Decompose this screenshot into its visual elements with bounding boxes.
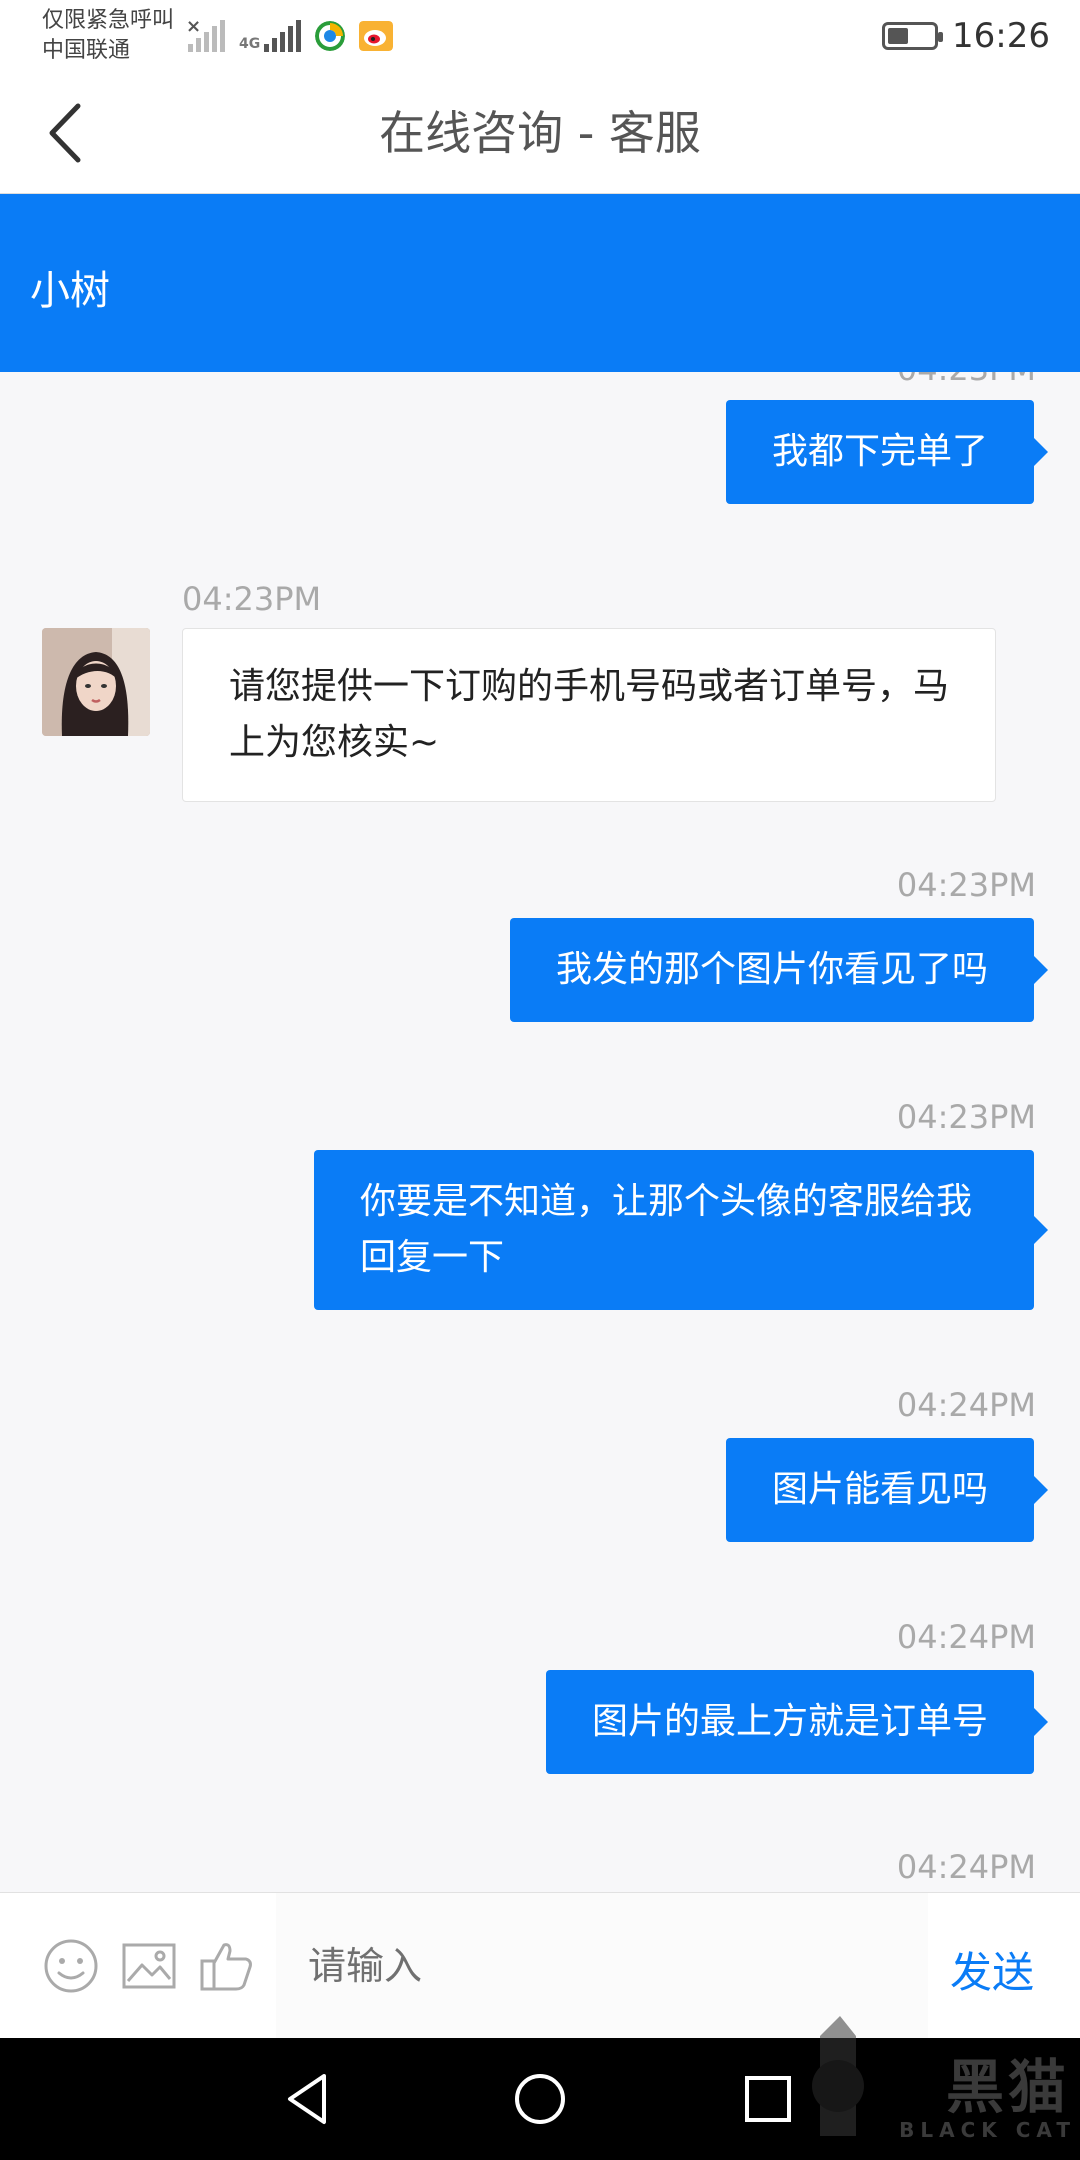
- title-bar: 在线咨询 - 客服: [0, 72, 1080, 194]
- agent-banner: 小树: [0, 194, 1080, 372]
- avatar-image: [42, 628, 150, 736]
- image-icon[interactable]: [120, 1937, 178, 1995]
- message-timestamp: 04:24PM: [896, 1618, 1036, 1656]
- outgoing-message[interactable]: 图片能看见吗: [725, 1438, 1049, 1542]
- clock: 16:26: [952, 16, 1050, 56]
- message-timestamp: 04:23PM: [897, 372, 1036, 388]
- status-bar: 仅限紧急呼叫 中国联通 × 4G 16:26: [0, 0, 1080, 72]
- incoming-message[interactable]: 请您提供一下订购的手机号码或者订单号，马上为您核实~: [182, 628, 996, 802]
- message-timestamp: 04:23PM: [896, 1098, 1036, 1136]
- home-circle-icon[interactable]: [507, 2066, 573, 2132]
- message-timestamp: 04:24PM: [896, 1386, 1036, 1424]
- page-title: 在线咨询 - 客服: [379, 106, 701, 160]
- watermark-subtext: BLACK CAT: [899, 2118, 1076, 2142]
- carrier-line-2: 中国联通: [42, 38, 131, 63]
- signal-x-icon: ×: [186, 16, 225, 52]
- message-timestamp: 04:23PM: [896, 866, 1036, 904]
- browser-app-icon: [315, 21, 346, 51]
- back-triangle-icon[interactable]: [276, 2066, 342, 2132]
- weibo-app-icon: [359, 21, 394, 51]
- emoji-icon[interactable]: [42, 1937, 100, 1995]
- agent-name: 小树: [30, 268, 110, 314]
- outgoing-message[interactable]: 我都下完单了: [725, 400, 1049, 504]
- thumbs-up-icon[interactable]: [198, 1937, 256, 1995]
- battery-icon: [882, 22, 944, 50]
- battery-clock: 16:26: [882, 16, 1050, 56]
- watermark-text: 黑猫: [945, 2053, 1070, 2121]
- carrier-info: 仅限紧急呼叫 中国联通: [42, 6, 174, 66]
- outgoing-message[interactable]: 我发的那个图片你看见了吗: [509, 918, 1049, 1022]
- signal-icons: × 4G: [186, 16, 394, 56]
- outgoing-message[interactable]: 你要是不知道，让那个头像的客服给我回复一下: [314, 1150, 1048, 1310]
- message-timestamp: 04:23PM: [182, 580, 322, 618]
- outgoing-message[interactable]: 图片的最上方就是订单号: [545, 1670, 1049, 1774]
- signal-4g-icon: 4G: [239, 20, 302, 52]
- send-button[interactable]: 发送: [950, 1939, 1034, 2000]
- message-timestamp: 04:24PM: [896, 1848, 1036, 1886]
- carrier-line-1: 仅限紧急呼叫: [42, 8, 175, 33]
- agent-avatar: [42, 628, 150, 736]
- chat-messages[interactable]: 04:23PM 我都下完单了 04:23PM 请您提供一下订购的手机号码或者订单…: [0, 372, 1080, 1892]
- recents-square-icon[interactable]: [735, 2066, 801, 2132]
